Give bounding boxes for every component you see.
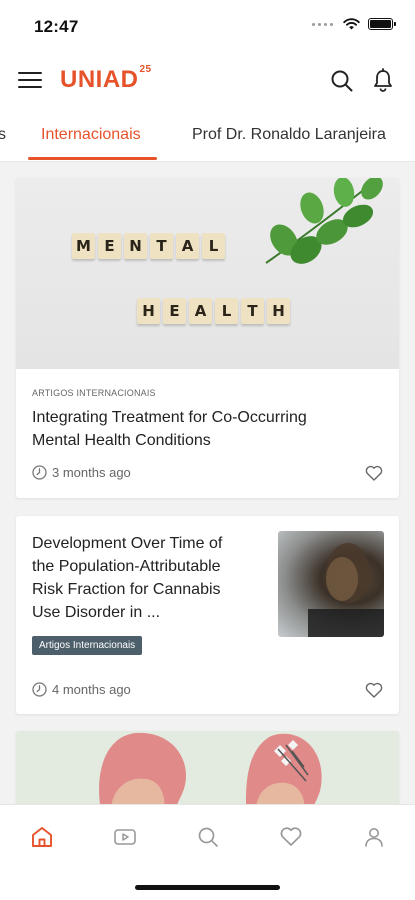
letter-tile: A (176, 233, 199, 259)
article-image: MENTAL HEALTH (16, 178, 399, 369)
tab-previous[interactable]: s (0, 126, 6, 144)
letter-tile: A (189, 298, 212, 324)
article-title-line: Integrating Treatment for Co-Occurring (32, 409, 307, 426)
portrait-image (308, 543, 384, 637)
leaf-icon (265, 178, 383, 264)
status-bar: 12:47 (0, 0, 415, 52)
word-tiles-mental: MENTAL (72, 233, 225, 259)
article-card[interactable] (16, 731, 399, 811)
article-title-line: Use Disorder in ... (32, 604, 161, 621)
category-badge[interactable]: Artigos Internacionais (32, 636, 143, 655)
signal-dots-icon (312, 22, 333, 26)
active-tab-indicator (28, 157, 157, 160)
letter-tile: T (241, 298, 264, 324)
clock-icon (32, 465, 47, 480)
article-thumbnail (278, 531, 384, 637)
search-icon[interactable] (196, 825, 220, 849)
article-time: 3 months ago (52, 465, 131, 480)
status-time: 12:47 (34, 17, 79, 36)
letter-tile: E (98, 233, 121, 259)
letter-tile: E (163, 298, 186, 324)
article-category: ARTIGOS INTERNACIONAIS (32, 388, 156, 398)
article-card[interactable]: Development Over Time of the Population-… (16, 516, 399, 714)
app-logo[interactable]: UNIAD25 (60, 64, 152, 94)
app-bar: UNIAD25 (0, 52, 415, 110)
article-title-line: Risk Fraction for Cannabis (32, 581, 221, 598)
video-icon[interactable] (113, 825, 137, 849)
favorite-heart-icon[interactable] (365, 682, 383, 698)
logo-text: UNIAD (60, 66, 139, 93)
wifi-icon (343, 18, 360, 30)
status-icons (312, 18, 396, 30)
article-meta: 4 months ago (32, 682, 131, 697)
bell-icon[interactable] (372, 68, 394, 92)
search-icon[interactable] (330, 69, 354, 93)
tab-internacionais[interactable]: Internacionais (41, 126, 141, 144)
letter-tile: H (137, 298, 160, 324)
home-indicator[interactable] (135, 885, 280, 890)
letter-tile: N (124, 233, 147, 259)
menu-icon[interactable] (18, 72, 42, 90)
article-title-line: Development Over Time of (32, 535, 223, 552)
category-tabs: s Internacionais Prof Dr. Ronaldo Laranj… (0, 110, 415, 162)
kidney-illustration (99, 732, 322, 811)
favorite-heart-icon[interactable] (365, 465, 383, 481)
article-card[interactable]: MENTAL HEALTH ARTIGOS INTERNACIONAIS Int… (16, 178, 399, 498)
profile-icon[interactable] (362, 825, 386, 849)
article-title[interactable]: Integrating Treatment for Co-Occurring M… (32, 406, 307, 452)
article-meta: 3 months ago (32, 465, 131, 480)
heart-icon[interactable] (279, 825, 303, 849)
letter-tile: H (267, 298, 290, 324)
word-tiles-health: HEALTH (137, 298, 290, 324)
article-time: 4 months ago (52, 682, 131, 697)
battery-icon (368, 18, 396, 30)
home-icon[interactable] (30, 825, 54, 849)
article-title[interactable]: Development Over Time of the Population-… (32, 532, 267, 624)
letter-tile: T (150, 233, 173, 259)
tab-prof-ronaldo-laranjeira[interactable]: Prof Dr. Ronaldo Laranjeira (192, 126, 386, 144)
letter-tile: L (215, 298, 238, 324)
letter-tile: M (72, 233, 95, 259)
letter-tile: L (202, 233, 225, 259)
article-title-line: the Population-Attributable (32, 558, 221, 575)
article-title-line: Mental Health Conditions (32, 432, 211, 449)
logo-superscript: 25 (139, 64, 152, 75)
clock-icon (32, 682, 47, 697)
